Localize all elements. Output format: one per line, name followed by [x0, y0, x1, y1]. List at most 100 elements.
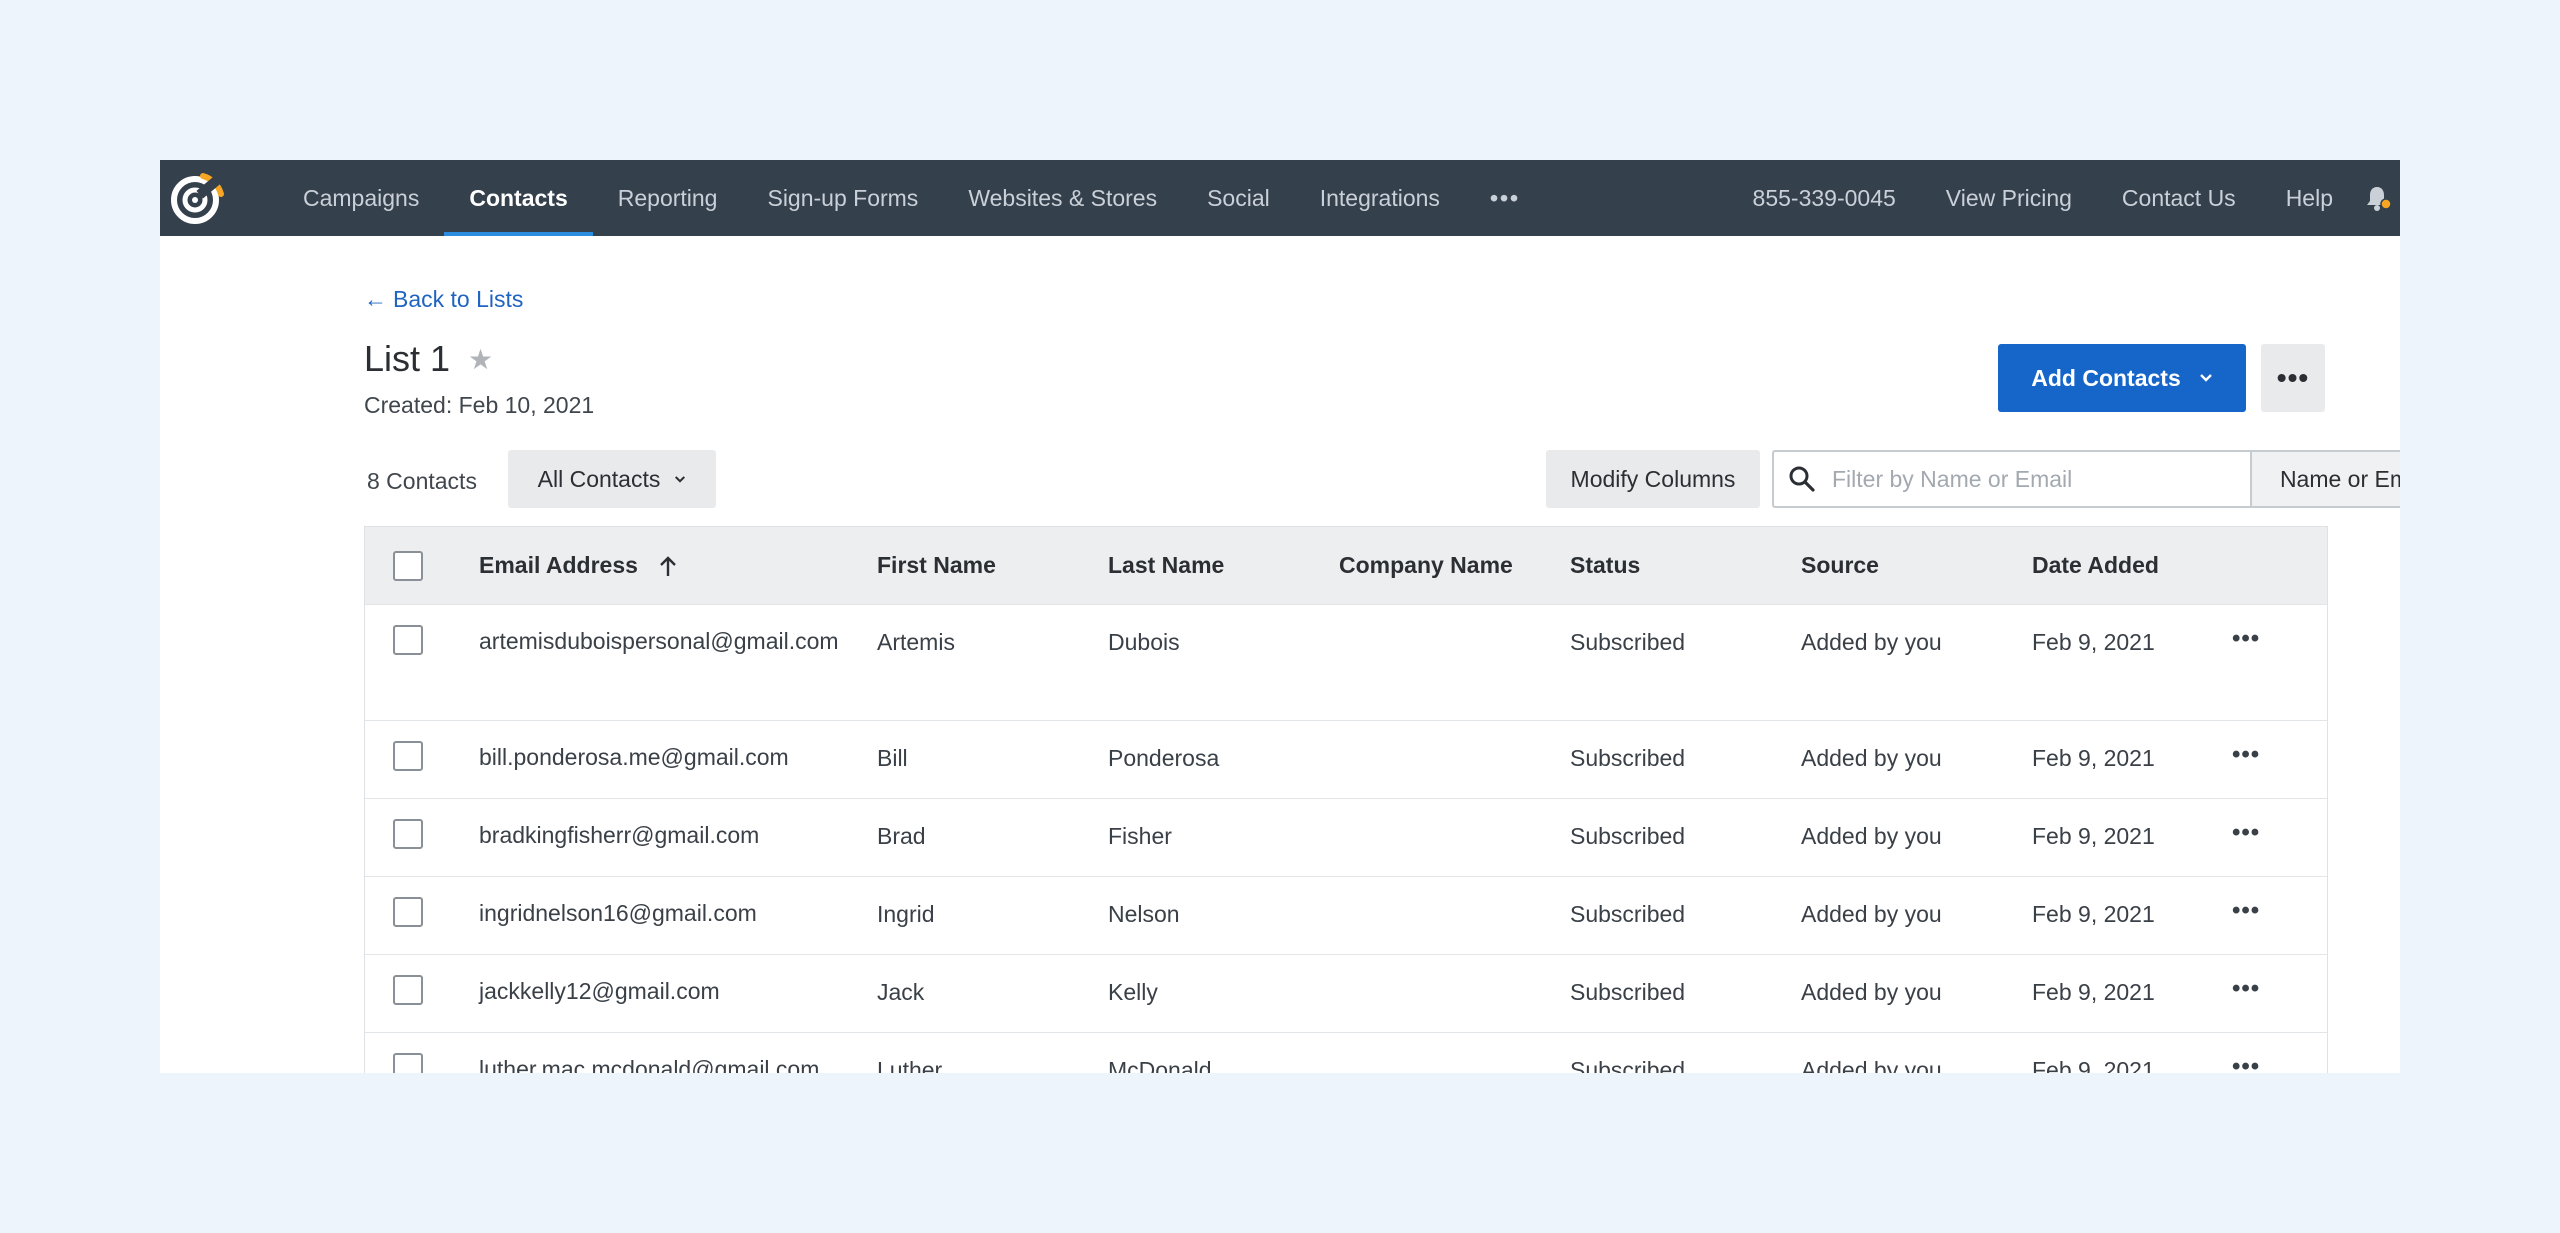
table-row[interactable]: ingridnelson16@gmail.com Ingrid Nelson S… — [365, 877, 2327, 955]
cell-last-name: Fisher — [1108, 823, 1172, 849]
nav-contacts[interactable]: Contacts — [444, 160, 594, 236]
star-icon[interactable]: ★ — [468, 343, 493, 376]
nav-signup-forms[interactable]: Sign-up Forms — [742, 160, 943, 236]
nav-websites-stores[interactable]: Websites & Stores — [943, 160, 1182, 236]
column-header-date-added[interactable]: Date Added — [2032, 552, 2232, 579]
add-contacts-label: Add Contacts — [2031, 364, 2181, 391]
select-all-checkbox[interactable] — [393, 550, 423, 581]
search-input[interactable] — [1830, 464, 2234, 494]
row-actions-button[interactable]: ••• — [2232, 627, 2276, 651]
modify-columns-button[interactable]: Modify Columns — [1546, 450, 1760, 508]
row-checkbox[interactable] — [393, 741, 423, 771]
nav-right-group: 855-339-0045 View Pricing Contact Us Hel… — [1728, 160, 2400, 236]
cell-first-name: Bill — [877, 745, 908, 771]
cell-email[interactable]: artemisduboispersonal@gmail.com — [479, 622, 877, 660]
column-header-first-name[interactable]: First Name — [877, 552, 1108, 579]
chevron-down-icon — [675, 475, 686, 483]
table-row[interactable]: artemisduboispersonal@gmail.com Artemis … — [365, 605, 2327, 721]
row-checkbox[interactable] — [393, 819, 423, 849]
cell-source: Added by you — [1801, 629, 1942, 655]
row-actions-button[interactable]: ••• — [2232, 977, 2276, 1001]
nav-more-button[interactable]: ••• — [1465, 160, 1545, 236]
cell-email[interactable]: jackkelly12@gmail.com — [479, 972, 877, 1010]
table-row[interactable]: bill.ponderosa.me@gmail.com Bill Pondero… — [365, 721, 2327, 799]
select-all-cell — [365, 550, 479, 581]
cell-source: Added by you — [1801, 745, 1942, 771]
top-nav: Campaigns Contacts Reporting Sign-up For… — [160, 160, 2400, 236]
filter-selected-label: All Contacts — [537, 465, 661, 492]
created-date: Created: Feb 10, 2021 — [364, 392, 595, 418]
cell-email[interactable]: ingridnelson16@gmail.com — [479, 894, 877, 932]
arrow-left-icon: ← — [364, 286, 387, 312]
list-name: List 1 — [364, 338, 451, 379]
cell-status: Subscribed — [1570, 1057, 1686, 1073]
column-header-email-label: Email Address — [479, 552, 638, 578]
nav-integrations[interactable]: Integrations — [1295, 160, 1465, 236]
nav-social[interactable]: Social — [1182, 160, 1295, 236]
search-field[interactable] — [1772, 450, 2252, 508]
table-row[interactable]: bradkingfisherr@gmail.com Brad Fisher Su… — [365, 799, 2327, 877]
add-contacts-button[interactable]: Add Contacts — [1998, 344, 2246, 412]
back-to-lists-link[interactable]: ← Back to Lists — [364, 286, 523, 313]
nav-view-pricing[interactable]: View Pricing — [1921, 160, 2097, 236]
nav-campaigns[interactable]: Campaigns — [278, 160, 444, 236]
row-check-cell — [365, 1053, 479, 1073]
column-header-source[interactable]: Source — [1801, 552, 2032, 579]
row-check-cell — [365, 897, 479, 927]
cell-last-name: Ponderosa — [1108, 745, 1220, 771]
row-actions-button[interactable]: ••• — [2232, 821, 2276, 845]
more-actions-button[interactable]: ••• — [2261, 344, 2325, 412]
sort-ascending-icon[interactable] — [658, 554, 678, 578]
row-check-cell — [365, 625, 479, 655]
row-actions-button[interactable]: ••• — [2232, 1055, 2276, 1074]
column-header-company-name[interactable]: Company Name — [1339, 552, 1570, 579]
row-actions-button[interactable]: ••• — [2232, 743, 2276, 767]
nav-phone[interactable]: 855-339-0045 — [1728, 160, 1921, 236]
cell-source: Added by you — [1801, 823, 1942, 849]
column-header-email[interactable]: Email Address — [479, 552, 877, 579]
chevron-down-icon — [2199, 374, 2212, 382]
table-header-row: Email Address First Name Last Name Compa… — [365, 527, 2327, 605]
row-checkbox[interactable] — [393, 1053, 423, 1073]
cell-last-name: McDonald — [1108, 1057, 1212, 1073]
column-header-status[interactable]: Status — [1570, 552, 1801, 579]
cell-last-name: Nelson — [1108, 901, 1180, 927]
cell-email[interactable]: bill.ponderosa.me@gmail.com — [479, 738, 877, 776]
table-row[interactable]: jackkelly12@gmail.com Jack Kelly Subscri… — [365, 955, 2327, 1033]
cell-last-name: Dubois — [1108, 629, 1180, 655]
row-check-cell — [365, 819, 479, 849]
nav-reporting[interactable]: Reporting — [593, 160, 743, 236]
row-checkbox[interactable] — [393, 625, 423, 655]
cell-date-added: Feb 9, 2021 — [2032, 745, 2155, 771]
cell-status: Subscribed — [1570, 901, 1686, 927]
nav-contact-us[interactable]: Contact Us — [2097, 160, 2261, 236]
contact-filter-dropdown[interactable]: All Contacts — [508, 450, 716, 508]
search-scope-label: Name or Email — [2279, 465, 2400, 492]
back-link-label: Back to Lists — [393, 286, 524, 312]
cell-email[interactable]: luther.mac.mcdonald@gmail.com — [479, 1050, 877, 1073]
cell-first-name: Jack — [877, 979, 925, 1005]
cell-date-added: Feb 9, 2021 — [2032, 629, 2155, 655]
logo-icon[interactable] — [168, 169, 226, 227]
cell-status: Subscribed — [1570, 823, 1686, 849]
nav-help[interactable]: Help — [2261, 160, 2358, 236]
cell-last-name: Kelly — [1108, 979, 1158, 1005]
row-checkbox[interactable] — [393, 975, 423, 1005]
cell-email[interactable]: bradkingfisherr@gmail.com — [479, 816, 877, 854]
cell-date-added: Feb 9, 2021 — [2032, 901, 2155, 927]
contact-count: 8 Contacts — [367, 468, 477, 494]
search-scope-dropdown[interactable]: Name or Email — [2250, 450, 2400, 508]
cell-first-name: Artemis — [877, 629, 955, 655]
row-checkbox[interactable] — [393, 897, 423, 927]
cell-date-added: Feb 9, 2021 — [2032, 979, 2155, 1005]
notification-bell-icon[interactable] — [2358, 160, 2398, 236]
app-window: Campaigns Contacts Reporting Sign-up For… — [160, 160, 2400, 1073]
cell-status: Subscribed — [1570, 979, 1686, 1005]
cell-status: Subscribed — [1570, 745, 1686, 771]
row-check-cell — [365, 741, 479, 771]
column-header-last-name[interactable]: Last Name — [1108, 552, 1339, 579]
table-row[interactable]: luther.mac.mcdonald@gmail.com Luther McD… — [365, 1033, 2327, 1073]
cell-status: Subscribed — [1570, 629, 1686, 655]
row-actions-button[interactable]: ••• — [2232, 899, 2276, 923]
cell-date-added: Feb 9, 2021 — [2032, 1057, 2155, 1073]
